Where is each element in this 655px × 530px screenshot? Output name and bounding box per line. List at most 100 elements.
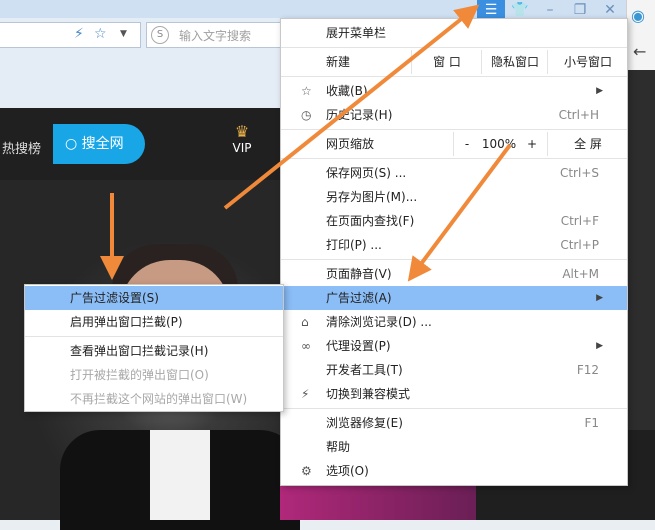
gear-icon: ⚙ — [301, 464, 312, 478]
menu-label: 展开菜单栏 — [326, 26, 387, 40]
search-all-button[interactable]: ○ 搜全网 — [53, 124, 145, 164]
vip-link[interactable]: ♛ VIP — [230, 122, 254, 155]
address-bar[interactable]: ⚡ ☆ ▼ — [0, 22, 141, 48]
menu-item-ad-filter[interactable]: 广告过滤(A) ▶ — [281, 286, 627, 310]
menu-shortcut: Ctrl+H — [558, 108, 599, 122]
menu-item-options[interactable]: ⚙ 选项(O) — [281, 459, 627, 483]
menu-label: 打印(P) ... — [326, 238, 382, 252]
vip-label: VIP — [232, 141, 252, 155]
star-icon[interactable]: ☆ — [94, 26, 107, 42]
menu-label: 新建 — [326, 55, 351, 69]
submenu-arrow-icon: ▶ — [596, 86, 603, 96]
menu-item-save-page[interactable]: 保存网页(S) ... Ctrl+S — [281, 161, 627, 185]
photo-shirt — [150, 430, 210, 520]
menu-shortcut: Ctrl+P — [560, 238, 599, 252]
menu-item-devtools[interactable]: 开发者工具(T) F12 — [281, 358, 627, 382]
menu-separator — [25, 336, 283, 337]
main-menu: 展开菜单栏 新建 窗 口 隐私窗口 小号窗口 ☆ 收藏(B) ▶ ◷ 历史记录(… — [280, 18, 628, 486]
menu-item-mute[interactable]: 页面静音(V) Alt+M — [281, 262, 627, 286]
menu-label: 在页面内查找(F) — [326, 214, 415, 228]
submenu-item-enable-popup-block[interactable]: 启用弹出窗口拦截(P) — [25, 310, 283, 334]
menu-item-favorites[interactable]: ☆ 收藏(B) ▶ — [281, 79, 627, 103]
menu-shortcut: Alt+M — [562, 267, 599, 281]
menu-item-compat-mode[interactable]: ⚡ 切换到兼容模式 — [281, 382, 627, 406]
menu-item-help[interactable]: 帮助 — [281, 435, 627, 459]
skin-icon[interactable]: 👕 — [506, 0, 534, 20]
menu-item-history[interactable]: ◷ 历史记录(H) Ctrl+H — [281, 103, 627, 127]
menu-label: 代理设置(P) — [326, 339, 391, 353]
menu-item-proxy[interactable]: ∞ 代理设置(P) ▶ — [281, 334, 627, 358]
menu-label: 开发者工具(T) — [326, 363, 403, 377]
menu-shortcut: Ctrl+S — [559, 166, 599, 180]
search-engine-icon[interactable]: S — [151, 26, 169, 44]
back-arrow-icon[interactable]: ← — [633, 42, 646, 61]
menu-label: 页面静音(V) — [326, 267, 392, 281]
fullscreen-button[interactable]: 全 屏 — [547, 132, 628, 156]
zoom-out-button[interactable]: - — [453, 132, 480, 156]
menu-item-zoom: 网页缩放 - 100% + 全 屏 — [281, 132, 627, 156]
menu-item-new: 新建 窗 口 隐私窗口 小号窗口 — [281, 50, 627, 74]
menu-item-clear-history[interactable]: ⌂ 清除浏览记录(D) ... — [281, 310, 627, 334]
new-private-window-button[interactable]: 隐私窗口 — [481, 50, 548, 74]
menu-separator — [281, 408, 627, 409]
menu-label: 收藏(B) — [326, 84, 368, 98]
menu-icon[interactable]: ☰ — [477, 0, 505, 20]
menu-shortcut: F1 — [584, 416, 599, 430]
menu-label: 广告过滤设置(S) — [70, 291, 159, 305]
search-icon: ○ — [65, 136, 82, 152]
search-placeholder: 输入文字搜索 — [179, 29, 252, 43]
menu-item-save-as-image[interactable]: 另存为图片(M)... — [281, 185, 627, 209]
menu-shortcut: F12 — [576, 363, 599, 377]
crown-icon: ♛ — [234, 122, 250, 141]
menu-item-find[interactable]: 在页面内查找(F) Ctrl+F — [281, 209, 627, 233]
menu-label: 网页缩放 — [326, 137, 375, 151]
page-image-strip — [280, 484, 476, 520]
hot-search-link[interactable]: 热搜榜 — [2, 138, 41, 157]
menu-item-expand-menubar[interactable]: 展开菜单栏 — [281, 21, 627, 45]
app-icon[interactable]: ◉ — [631, 6, 645, 25]
submenu-item-no-block-site: 不再拦截这个网站的弹出窗口(W) — [25, 387, 283, 411]
menu-label: 另存为图片(M)... — [326, 190, 418, 204]
lightning-icon: ⚡ — [301, 387, 310, 401]
menu-label: 查看弹出窗口拦截记录(H) — [70, 344, 209, 358]
restore-icon[interactable]: ❐ — [566, 0, 594, 20]
close-icon[interactable]: ✕ — [596, 0, 624, 20]
menu-item-print[interactable]: 打印(P) ... Ctrl+P — [281, 233, 627, 257]
submenu-item-view-popup-log[interactable]: 查看弹出窗口拦截记录(H) — [25, 339, 283, 363]
menu-label: 帮助 — [326, 440, 351, 454]
side-panel: ◉ ← — [626, 0, 655, 430]
new-small-window-button[interactable]: 小号窗口 — [547, 50, 628, 74]
search-box[interactable]: S 输入文字搜索 — [146, 22, 282, 48]
dropdown-icon[interactable]: ▼ — [120, 26, 127, 42]
new-window-button[interactable]: 窗 口 — [411, 50, 482, 74]
menu-label: 打开被拦截的弹出窗口(O) — [70, 368, 209, 382]
submenu-item-open-blocked-popup: 打开被拦截的弹出窗口(O) — [25, 363, 283, 387]
menu-label: 清除浏览记录(D) ... — [326, 315, 432, 329]
link-icon: ∞ — [301, 339, 311, 353]
menu-label: 切换到兼容模式 — [326, 387, 411, 401]
submenu-arrow-icon: ▶ — [596, 341, 603, 351]
menu-label: 选项(O) — [326, 464, 369, 478]
star-icon: ☆ — [301, 84, 312, 98]
menu-label: 浏览器修复(E) — [326, 416, 403, 430]
menu-label: 历史记录(H) — [326, 108, 393, 122]
menu-shortcut: Ctrl+F — [560, 214, 599, 228]
clock-icon: ◷ — [301, 108, 312, 122]
search-all-label: 搜全网 — [81, 136, 124, 152]
menu-separator — [281, 259, 627, 260]
menu-label: 广告过滤(A) — [326, 291, 392, 305]
menu-label: 启用弹出窗口拦截(P) — [70, 315, 183, 329]
menu-separator — [281, 158, 627, 159]
minimize-icon[interactable]: – — [536, 0, 564, 20]
menu-item-repair[interactable]: 浏览器修复(E) F1 — [281, 411, 627, 435]
zoom-in-button[interactable]: + — [519, 132, 545, 156]
submenu-item-ad-filter-settings[interactable]: 广告过滤设置(S) — [25, 286, 283, 310]
ad-filter-submenu: 广告过滤设置(S) 启用弹出窗口拦截(P) 查看弹出窗口拦截记录(H) 打开被拦… — [24, 284, 284, 412]
lightning-icon[interactable]: ⚡ — [74, 26, 84, 42]
menu-separator — [281, 129, 627, 130]
broom-icon: ⌂ — [301, 315, 309, 329]
menu-separator — [281, 47, 627, 48]
menu-label: 不再拦截这个网站的弹出窗口(W) — [70, 392, 248, 406]
menu-separator — [281, 76, 627, 77]
menu-label: 保存网页(S) ... — [326, 166, 407, 180]
